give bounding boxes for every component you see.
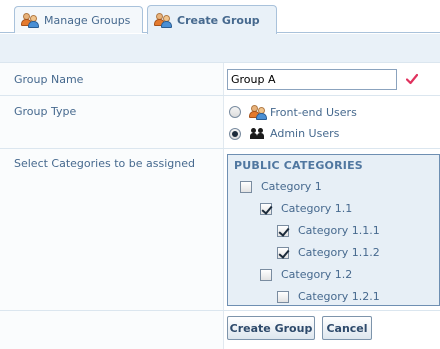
category-item[interactable]: Category 1.1.1 <box>277 224 380 237</box>
front-end-users-radio[interactable] <box>229 106 241 118</box>
categories-row: Select Categories to be assigned PUBLIC … <box>0 149 440 311</box>
category-label: Category 1.1.2 <box>298 246 380 259</box>
front-end-users-label: Front-end Users <box>270 105 357 119</box>
create-group-button[interactable]: Create Group <box>227 316 315 340</box>
admin-users-radio[interactable] <box>229 127 241 140</box>
header-band <box>0 34 440 63</box>
categories-tree: PUBLIC CATEGORIES Category 1 Category 1.… <box>227 154 440 306</box>
categories-label: Select Categories to be assigned <box>14 157 195 170</box>
group-type-cell: Front-end Users Admin Users <box>223 96 440 148</box>
category-label: Category 1.1 <box>281 202 353 215</box>
category-item[interactable]: Category 1.1.2 <box>277 246 380 259</box>
category-checkbox[interactable] <box>277 290 289 303</box>
category-label: Category 1.1.1 <box>298 224 380 237</box>
category-checkbox[interactable] <box>260 202 272 215</box>
admin-users-label: Admin Users <box>270 127 340 140</box>
categories-cell: PUBLIC CATEGORIES Category 1 Category 1.… <box>223 149 440 310</box>
group-type-label: Group Type <box>14 105 77 118</box>
actions-cell: Create Group Cancel <box>223 311 440 349</box>
admin-users-option[interactable]: Admin Users <box>229 127 339 140</box>
category-label: Category 1.2.1 <box>298 290 380 303</box>
users-icon <box>249 104 267 120</box>
category-checkbox[interactable] <box>277 224 289 237</box>
category-label: Category 1 <box>261 180 322 193</box>
admin-users-icon <box>250 127 266 140</box>
group-type-row: Group Type Front-end Users Admin Users <box>0 96 440 149</box>
tab-create-group-label: Create Group <box>177 13 260 27</box>
group-name-label: Group Name <box>14 73 84 86</box>
group-name-input[interactable] <box>227 69 397 90</box>
categories-heading: PUBLIC CATEGORIES <box>234 159 363 172</box>
category-item[interactable]: Category 1.2 <box>260 268 352 281</box>
users-icon <box>154 12 172 28</box>
category-item[interactable]: Category 1 <box>240 180 322 193</box>
category-item[interactable]: Category 1.1 <box>260 202 352 215</box>
tab-manage-groups-label: Manage Groups <box>44 13 131 27</box>
group-name-cell <box>223 63 440 95</box>
category-checkbox[interactable] <box>260 268 272 281</box>
actions-row: Create Group Cancel <box>0 311 440 349</box>
category-checkbox[interactable] <box>277 246 289 259</box>
group-name-row: Group Name <box>0 63 440 96</box>
category-label: Category 1.2 <box>281 268 353 281</box>
category-checkbox[interactable] <box>240 180 252 193</box>
tab-create-group[interactable]: Create Group <box>147 5 277 34</box>
check-icon <box>406 73 418 85</box>
users-icon <box>21 12 39 28</box>
category-item[interactable]: Category 1.2.1 <box>277 290 380 303</box>
tab-bar: Manage Groups Create Group <box>0 0 440 34</box>
front-end-users-option[interactable]: Front-end Users <box>229 104 357 120</box>
cancel-button[interactable]: Cancel <box>322 316 372 340</box>
tab-manage-groups[interactable]: Manage Groups <box>14 6 143 33</box>
